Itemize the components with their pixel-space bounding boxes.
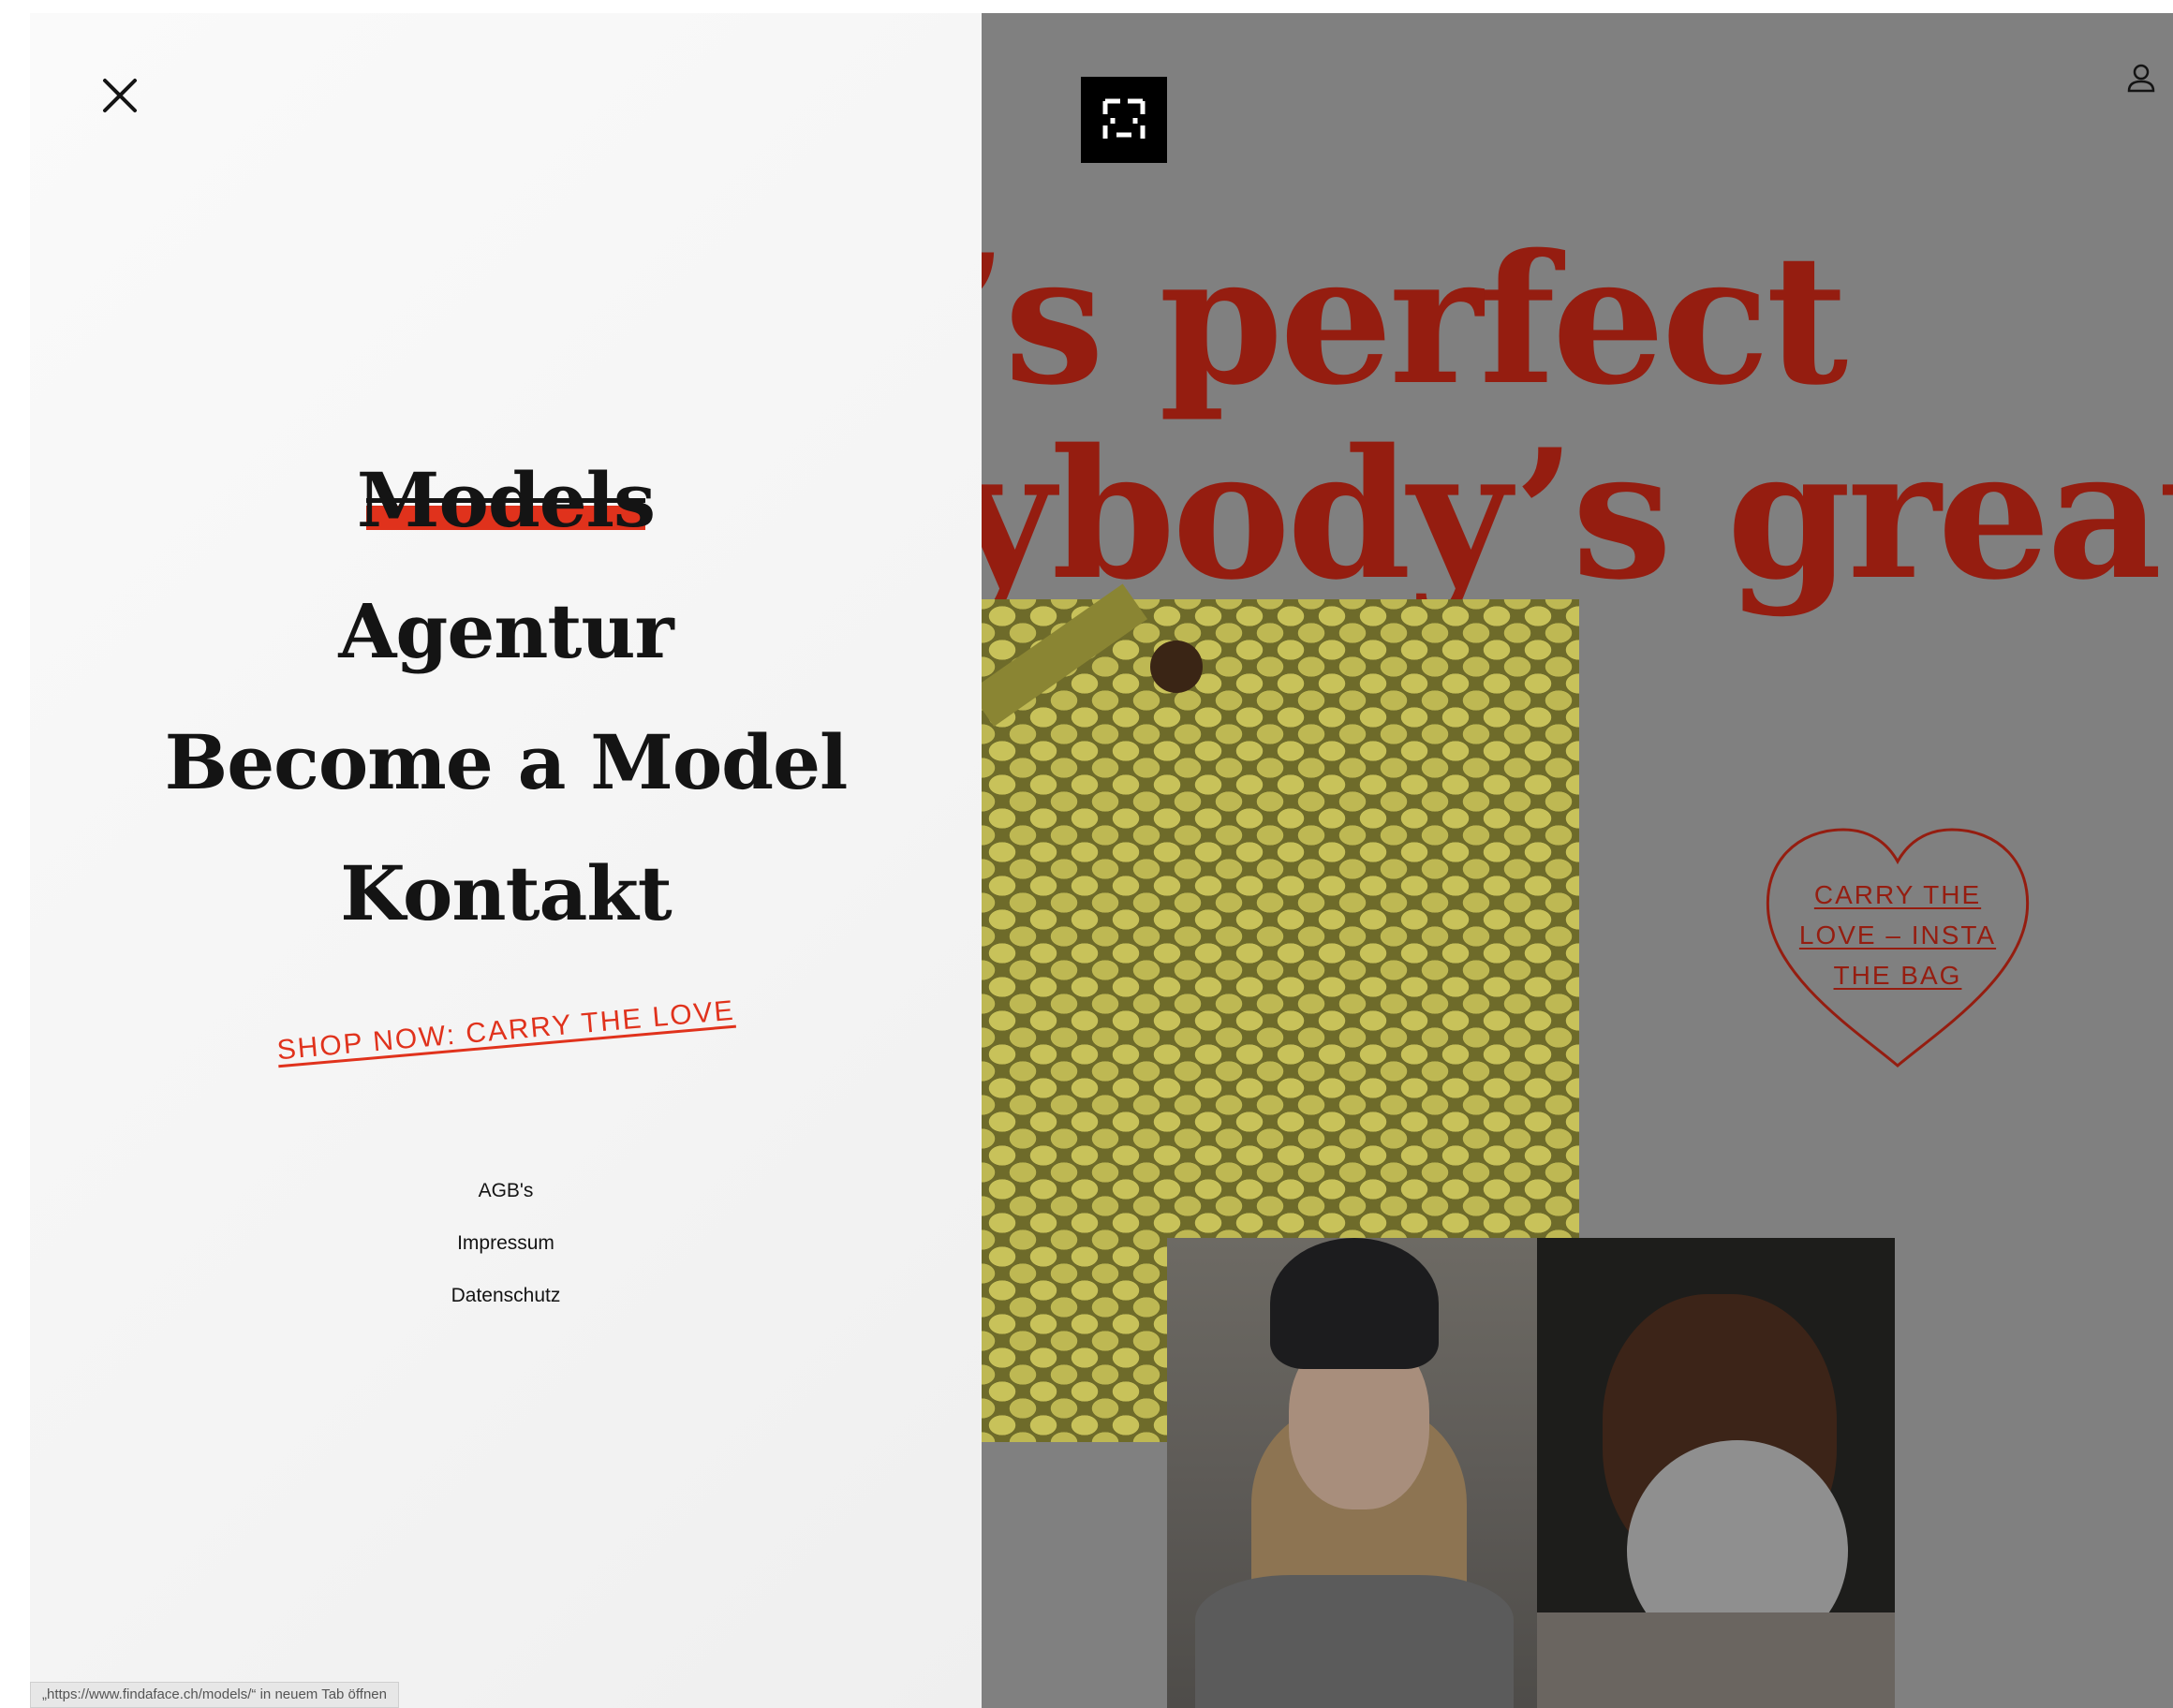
menu-panel: Models Agentur Become a Model Kontakt SH… — [30, 13, 982, 1708]
heart-text-line-2: LOVE – INSTA — [1798, 920, 1997, 950]
nav-item-kontakt[interactable]: Kontakt — [30, 828, 982, 959]
heart-text-line-1: CARRY THE — [1813, 880, 1982, 909]
shop-link-wrap: SHOP NOW: CARRY THE LOVE — [30, 995, 982, 1067]
sweater-shape — [1195, 1575, 1514, 1708]
carry-the-love-heart-link[interactable]: CARRY THE LOVE – INSTA THE BAG — [1757, 820, 2038, 1073]
findaface-logo-icon[interactable] — [1081, 77, 1167, 163]
nav-item-models[interactable]: Models — [30, 434, 982, 566]
heart-text: CARRY THE LOVE – INSTA THE BAG — [1757, 875, 2038, 995]
active-strike — [366, 498, 645, 503]
main-nav: Models Agentur Become a Model Kontakt — [30, 434, 982, 959]
nav-item-agentur[interactable]: Agentur — [30, 566, 982, 697]
collar-shape — [1537, 1612, 1895, 1708]
legal-link-agb[interactable]: AGB's — [30, 1165, 982, 1217]
hand-shape — [1150, 640, 1203, 693]
model-photo-2[interactable] — [1537, 1238, 1895, 1708]
user-icon[interactable] — [2122, 60, 2160, 97]
shop-now-link[interactable]: SHOP NOW: CARRY THE LOVE — [275, 995, 735, 1068]
model-photo-1[interactable] — [1167, 1238, 1537, 1708]
browser-status-bar: „https://www.findaface.ch/models/“ in ne… — [30, 1682, 399, 1708]
page-background: ’s perfect ybody’s great CARRY THE LOVE … — [982, 13, 2173, 1708]
heart-text-line-3: THE BAG — [1833, 961, 1962, 990]
nav-item-become-a-model[interactable]: Become a Model — [30, 697, 982, 828]
headline-line-1: ’s perfect — [982, 215, 1848, 424]
legal-links: AGB's Impressum Datenschutz — [30, 1165, 982, 1322]
legal-link-impressum[interactable]: Impressum — [30, 1217, 982, 1270]
legal-link-datenschutz[interactable]: Datenschutz — [30, 1270, 982, 1322]
headline-line-2: ybody’s great — [982, 410, 2173, 619]
close-icon[interactable] — [94, 69, 146, 122]
beanie-shape — [1270, 1238, 1439, 1369]
